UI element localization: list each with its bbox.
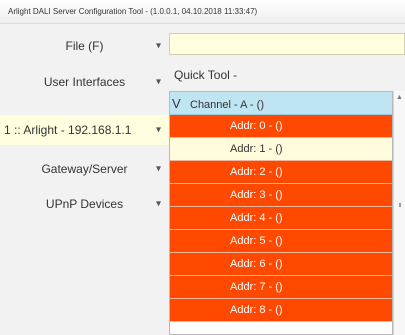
scrollbar-thumb[interactable] [399,203,401,207]
chevron-down-icon: ▾ [155,40,161,52]
menu-item-label: File (F) [65,39,104,53]
address-row[interactable]: Addr: 7 - () [170,276,392,299]
quick-tool-dropdown[interactable]: Quick Tool - [174,68,237,82]
menu-item-label: 1 :: Arlight - 192.168.1.1 [4,123,132,137]
scroll-up-icon[interactable]: ▲ [394,91,405,105]
menu-item-server-connection[interactable]: 1 :: Arlight - 192.168.1.1 ▾ [0,115,169,145]
menu-item-gateway-server[interactable]: Gateway/Server ▾ [0,154,169,184]
chevron-down-icon: ▾ [155,163,161,175]
chevron-down-icon: ▾ [155,76,161,88]
menu-item-label: Gateway/Server [41,162,128,176]
channel-tree: V Channel - A - () Addr: 0 - () Addr: 1 -… [169,91,393,335]
chevron-down-icon: ▾ [155,124,161,136]
address-row[interactable]: Addr: 4 - () [170,207,392,230]
address-row[interactable]: Addr: 0 - () [170,115,392,138]
address-row-selected[interactable]: Addr: 1 - () [170,138,392,161]
menu-item-file[interactable]: File (F) ▾ [0,31,169,61]
address-row[interactable]: Addr: 8 - () [170,299,392,322]
main-menu: File (F) ▾ User Interfaces ▾ 1 :: Arligh… [0,24,169,335]
address-row[interactable]: Addr: 5 - () [170,230,392,253]
address-row[interactable]: Addr: 6 - () [170,253,392,276]
chevron-down-icon: ▾ [155,198,161,210]
menu-item-label: User Interfaces [43,75,126,89]
address-row[interactable]: Addr: 2 - () [170,161,392,184]
window-title: Arlight DALI Server Configuration Tool -… [0,0,405,24]
vertical-scrollbar[interactable]: ▲ [393,91,405,335]
menu-item-label: UPnP Devices [45,197,124,211]
file-field[interactable] [169,33,405,55]
menu-item-user-interfaces[interactable]: User Interfaces ▾ [0,67,169,97]
address-row[interactable]: Addr: 3 - () [170,184,392,207]
menu-item-upnp-devices[interactable]: UPnP Devices ▾ [0,189,169,219]
channel-row[interactable]: V Channel - A - () [170,92,392,115]
channel-label: Channel - A - () [190,99,264,111]
chevron-down-icon[interactable]: V [172,92,190,115]
